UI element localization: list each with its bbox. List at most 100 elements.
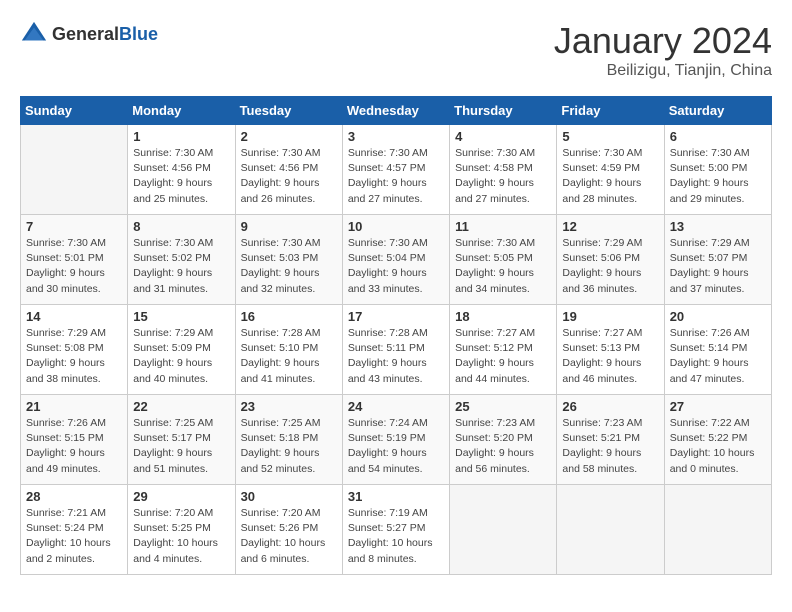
day-info: Sunrise: 7:30 AM Sunset: 5:00 PM Dayligh… <box>670 146 766 207</box>
day-info: Sunrise: 7:30 AM Sunset: 4:59 PM Dayligh… <box>562 146 658 207</box>
day-number: 8 <box>133 219 229 234</box>
calendar-cell <box>557 485 664 575</box>
calendar-cell: 12 Sunrise: 7:29 AM Sunset: 5:06 PM Dayli… <box>557 215 664 305</box>
day-info: Sunrise: 7:20 AM Sunset: 5:25 PM Dayligh… <box>133 506 229 567</box>
calendar-cell: 10 Sunrise: 7:30 AM Sunset: 5:04 PM Dayli… <box>342 215 449 305</box>
header-cell-saturday: Saturday <box>664 97 771 125</box>
calendar-cell: 24 Sunrise: 7:24 AM Sunset: 5:19 PM Dayli… <box>342 395 449 485</box>
day-number: 7 <box>26 219 122 234</box>
calendar-cell <box>21 125 128 215</box>
calendar-cell: 28 Sunrise: 7:21 AM Sunset: 5:24 PM Dayli… <box>21 485 128 575</box>
day-info: Sunrise: 7:27 AM Sunset: 5:13 PM Dayligh… <box>562 326 658 387</box>
week-row-0: 1 Sunrise: 7:30 AM Sunset: 4:56 PM Daylig… <box>21 125 772 215</box>
day-number: 6 <box>670 129 766 144</box>
logo: GeneralBlue <box>20 20 158 48</box>
logo-blue: Blue <box>119 24 158 44</box>
page-header: GeneralBlue January 2024 Beilizigu, Tian… <box>20 20 772 80</box>
day-number: 10 <box>348 219 444 234</box>
calendar-cell: 16 Sunrise: 7:28 AM Sunset: 5:10 PM Dayli… <box>235 305 342 395</box>
day-number: 3 <box>348 129 444 144</box>
day-info: Sunrise: 7:30 AM Sunset: 5:02 PM Dayligh… <box>133 236 229 297</box>
calendar-cell: 14Sunrise: 7:29 AM Sunset: 5:08 PM Dayli… <box>21 305 128 395</box>
day-info: Sunrise: 7:28 AM Sunset: 5:10 PM Dayligh… <box>241 326 337 387</box>
calendar-cell: 23Sunrise: 7:25 AM Sunset: 5:18 PM Dayli… <box>235 395 342 485</box>
calendar-cell <box>664 485 771 575</box>
day-info: Sunrise: 7:30 AM Sunset: 5:05 PM Dayligh… <box>455 236 551 297</box>
logo-text: GeneralBlue <box>52 24 158 45</box>
calendar-cell: 3Sunrise: 7:30 AM Sunset: 4:57 PM Daylig… <box>342 125 449 215</box>
calendar-cell: 27 Sunrise: 7:22 AM Sunset: 5:22 PM Dayli… <box>664 395 771 485</box>
day-info: Sunrise: 7:22 AM Sunset: 5:22 PM Dayligh… <box>670 416 766 477</box>
calendar-cell: 9Sunrise: 7:30 AM Sunset: 5:03 PM Daylig… <box>235 215 342 305</box>
calendar-cell: 25 Sunrise: 7:23 AM Sunset: 5:20 PM Dayli… <box>450 395 557 485</box>
calendar-cell: 2Sunrise: 7:30 AM Sunset: 4:56 PM Daylig… <box>235 125 342 215</box>
day-number: 23 <box>241 399 337 414</box>
calendar-table: SundayMondayTuesdayWednesdayThursdayFrid… <box>20 96 772 575</box>
header-row: SundayMondayTuesdayWednesdayThursdayFrid… <box>21 97 772 125</box>
calendar-cell: 5Sunrise: 7:30 AM Sunset: 4:59 PM Daylig… <box>557 125 664 215</box>
day-number: 15 <box>133 309 229 324</box>
calendar-cell: 19 Sunrise: 7:27 AM Sunset: 5:13 PM Dayli… <box>557 305 664 395</box>
day-info: Sunrise: 7:30 AM Sunset: 5:01 PM Dayligh… <box>26 236 122 297</box>
calendar-cell <box>450 485 557 575</box>
logo-general: General <box>52 24 119 44</box>
day-number: 31 <box>348 489 444 504</box>
day-info: Sunrise: 7:23 AM Sunset: 5:20 PM Dayligh… <box>455 416 551 477</box>
calendar-cell: 7 Sunrise: 7:30 AM Sunset: 5:01 PM Daylig… <box>21 215 128 305</box>
week-row-4: 28 Sunrise: 7:21 AM Sunset: 5:24 PM Dayli… <box>21 485 772 575</box>
day-info: Sunrise: 7:27 AM Sunset: 5:12 PM Dayligh… <box>455 326 551 387</box>
day-number: 9 <box>241 219 337 234</box>
header-cell-monday: Monday <box>128 97 235 125</box>
header-cell-friday: Friday <box>557 97 664 125</box>
day-info: Sunrise: 7:29 AM Sunset: 5:06 PM Dayligh… <box>562 236 658 297</box>
calendar-body: 1 Sunrise: 7:30 AM Sunset: 4:56 PM Daylig… <box>21 125 772 575</box>
day-info: Sunrise: 7:23 AM Sunset: 5:21 PM Dayligh… <box>562 416 658 477</box>
week-row-1: 7 Sunrise: 7:30 AM Sunset: 5:01 PM Daylig… <box>21 215 772 305</box>
header-cell-tuesday: Tuesday <box>235 97 342 125</box>
day-number: 30 <box>241 489 337 504</box>
calendar-cell: 30 Sunrise: 7:20 AM Sunset: 5:26 PM Dayli… <box>235 485 342 575</box>
calendar-cell: 4Sunrise: 7:30 AM Sunset: 4:58 PM Daylig… <box>450 125 557 215</box>
calendar-header: SundayMondayTuesdayWednesdayThursdayFrid… <box>21 97 772 125</box>
day-number: 29 <box>133 489 229 504</box>
month-title: January 2024 <box>554 20 772 62</box>
day-info: Sunrise: 7:30 AM Sunset: 4:58 PM Dayligh… <box>455 146 551 207</box>
day-number: 25 <box>455 399 551 414</box>
calendar-cell: 22Sunrise: 7:25 AM Sunset: 5:17 PM Dayli… <box>128 395 235 485</box>
day-number: 11 <box>455 219 551 234</box>
day-info: Sunrise: 7:30 AM Sunset: 4:56 PM Dayligh… <box>133 146 229 207</box>
calendar-cell: 8 Sunrise: 7:30 AM Sunset: 5:02 PM Daylig… <box>128 215 235 305</box>
location-title: Beilizigu, Tianjin, China <box>554 62 772 80</box>
day-info: Sunrise: 7:20 AM Sunset: 5:26 PM Dayligh… <box>241 506 337 567</box>
calendar-cell: 31Sunrise: 7:19 AM Sunset: 5:27 PM Dayli… <box>342 485 449 575</box>
header-cell-sunday: Sunday <box>21 97 128 125</box>
header-cell-wednesday: Wednesday <box>342 97 449 125</box>
calendar-cell: 26 Sunrise: 7:23 AM Sunset: 5:21 PM Dayli… <box>557 395 664 485</box>
calendar-cell: 29 Sunrise: 7:20 AM Sunset: 5:25 PM Dayli… <box>128 485 235 575</box>
calendar-cell: 13Sunrise: 7:29 AM Sunset: 5:07 PM Dayli… <box>664 215 771 305</box>
calendar-cell: 17Sunrise: 7:28 AM Sunset: 5:11 PM Dayli… <box>342 305 449 395</box>
day-info: Sunrise: 7:21 AM Sunset: 5:24 PM Dayligh… <box>26 506 122 567</box>
week-row-3: 21 Sunrise: 7:26 AM Sunset: 5:15 PM Dayli… <box>21 395 772 485</box>
day-info: Sunrise: 7:28 AM Sunset: 5:11 PM Dayligh… <box>348 326 444 387</box>
day-number: 16 <box>241 309 337 324</box>
day-number: 21 <box>26 399 122 414</box>
logo-icon <box>20 20 48 48</box>
day-number: 27 <box>670 399 766 414</box>
day-number: 24 <box>348 399 444 414</box>
day-info: Sunrise: 7:29 AM Sunset: 5:08 PM Dayligh… <box>26 326 122 387</box>
day-number: 28 <box>26 489 122 504</box>
calendar-cell: 21 Sunrise: 7:26 AM Sunset: 5:15 PM Dayli… <box>21 395 128 485</box>
day-number: 26 <box>562 399 658 414</box>
day-number: 12 <box>562 219 658 234</box>
calendar-cell: 1 Sunrise: 7:30 AM Sunset: 4:56 PM Daylig… <box>128 125 235 215</box>
day-info: Sunrise: 7:29 AM Sunset: 5:09 PM Dayligh… <box>133 326 229 387</box>
day-info: Sunrise: 7:30 AM Sunset: 5:04 PM Dayligh… <box>348 236 444 297</box>
day-info: Sunrise: 7:26 AM Sunset: 5:15 PM Dayligh… <box>26 416 122 477</box>
day-number: 19 <box>562 309 658 324</box>
day-info: Sunrise: 7:24 AM Sunset: 5:19 PM Dayligh… <box>348 416 444 477</box>
day-info: Sunrise: 7:26 AM Sunset: 5:14 PM Dayligh… <box>670 326 766 387</box>
calendar-cell: 20Sunrise: 7:26 AM Sunset: 5:14 PM Dayli… <box>664 305 771 395</box>
day-number: 1 <box>133 129 229 144</box>
day-number: 13 <box>670 219 766 234</box>
